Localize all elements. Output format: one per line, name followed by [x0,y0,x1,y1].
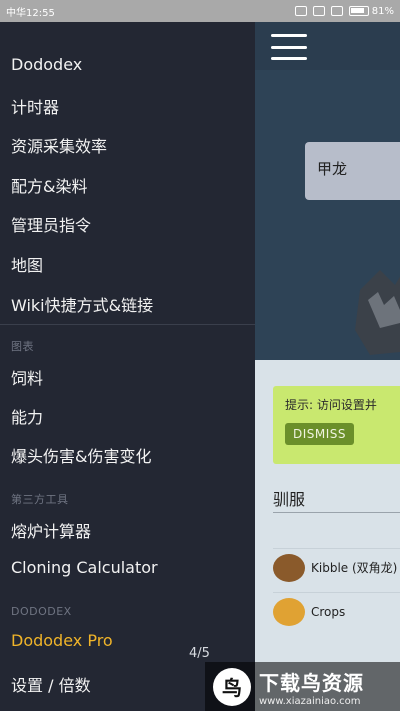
section-label-charts: 图表 [11,340,34,353]
food-label: Kibble (双角龙) [311,561,398,575]
battery-icon: 81% [348,5,394,17]
menu-item-dododex-pro[interactable]: Dododex Pro [11,631,113,650]
drawer-divider [0,324,255,325]
menu-item-feed[interactable]: 饲料 [11,365,43,389]
battery-percent: 81% [371,5,394,17]
food-label: Crops [311,604,346,619]
food-row-crops[interactable]: Crops [273,592,400,630]
watermark-banner: 鸟 下载鸟资源 www.xiazainiao.com [205,662,400,711]
app-background: 甲龙 信息 提示: 访问设置并 DISMISS 驯服 Kibble (双角龙) … [255,22,400,711]
tip-text: 提示: 访问设置并 [285,398,377,412]
wifi-icon [312,6,325,16]
alarm-icon [294,6,307,16]
creature-image [355,270,400,355]
menu-item-timers[interactable]: 计时器 [11,94,59,118]
menu-item-recipes-dyes[interactable]: 配方&染料 [11,173,87,197]
crops-icon [273,597,305,626]
app-toolbar [255,22,400,70]
section-label-dododex: DODODEX [11,605,72,618]
tame-section-title: 驯服 [273,490,306,509]
menu-item-dododex[interactable]: Dododex [11,55,82,74]
carrier-time: 中华12:55 [6,7,55,19]
menu-item-map[interactable]: 地图 [11,252,43,276]
tip-card: 提示: 访问设置并 DISMISS [273,386,400,464]
watermark-title: 下载鸟资源 [259,670,364,695]
section-label-third-party: 第三方工具 [11,493,69,506]
status-bar: 中华12:55 81% [0,0,400,22]
page-indicator: 4/5 [189,646,210,661]
dismiss-button[interactable]: DISMISS [285,423,355,445]
menu-item-settings[interactable]: 设置 / 倍数 [11,672,91,696]
menu-item-furnace-calculator[interactable]: 熔炉计算器 [11,518,91,542]
creature-hero: 甲龙 信息 [255,70,400,396]
creature-name-box[interactable]: 甲龙 [305,142,400,200]
signal-icon [330,6,343,16]
menu-item-gather-efficiency[interactable]: 资源采集效率 [11,133,107,157]
menu-item-cloning-calculator[interactable]: Cloning Calculator [11,558,158,577]
menu-item-admin-commands[interactable]: 管理员指令 [11,212,91,236]
watermark-logo-icon: 鸟 [213,667,251,706]
navigation-drawer: Dododex 计时器 资源采集效率 配方&染料 管理员指令 地图 Wiki快捷… [0,22,255,711]
menu-item-abilities[interactable]: 能力 [11,404,43,428]
tame-divider [273,512,400,513]
kibble-icon [273,553,305,582]
status-icons: 81% [294,5,394,17]
creature-name: 甲龙 [317,160,348,178]
app-content: 提示: 访问设置并 DISMISS 驯服 Kibble (双角龙) Crops [255,360,400,711]
food-row-kibble[interactable]: Kibble (双角龙) [273,548,400,586]
hamburger-menu-icon[interactable] [271,34,307,60]
watermark-url: www.xiazainiao.com [259,695,361,707]
menu-item-headshot-damage[interactable]: 爆头伤害&伤害变化 [11,443,151,467]
menu-item-wiki-links[interactable]: Wiki快捷方式&链接 [11,292,153,316]
